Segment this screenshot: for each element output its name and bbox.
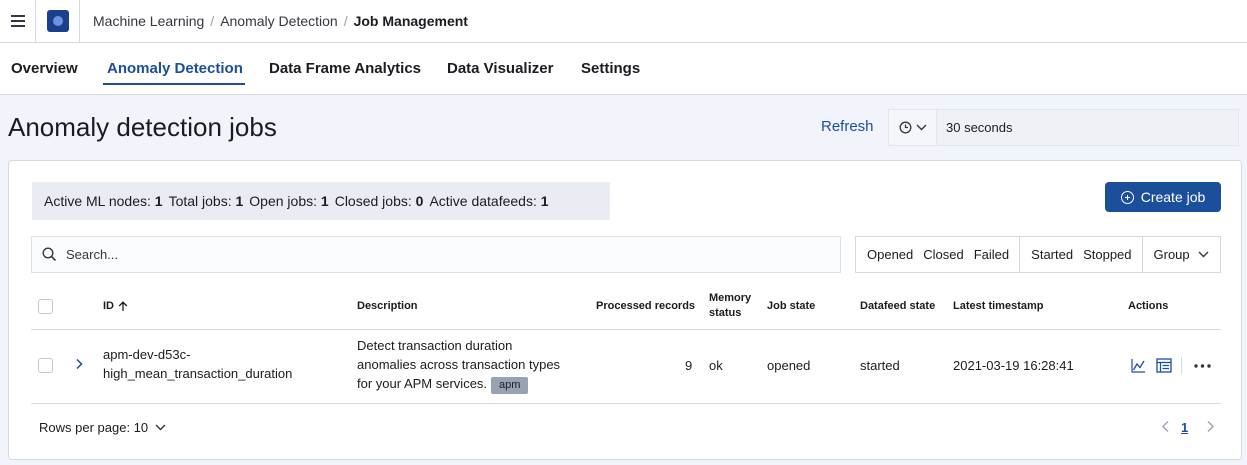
job-id-line1: apm-dev-d53c- [103,347,191,362]
stat-total-jobs: Total jobs: 1 [169,193,244,209]
create-job-label: Create job [1140,189,1206,205]
chevron-down-icon [1198,251,1209,258]
job-id-line2: high_mean_transaction_duration [103,366,293,381]
stat-label: Active ML nodes: [44,193,151,209]
tab-anomaly-detection[interactable]: Anomaly Detection [107,60,243,77]
stat-open-jobs: Open jobs: 1 [249,193,328,209]
column-header-actions: Actions [1128,300,1169,312]
job-state-cell: opened [767,358,811,373]
column-header-description[interactable]: Description [357,299,418,314]
column-header-id[interactable]: ID [103,299,128,314]
tab-settings[interactable]: Settings [581,60,640,77]
chevron-down-icon [916,124,926,131]
breadcrumb-job-management: Job Management [353,13,468,29]
active-tab-indicator [103,83,245,85]
jobs-panel: Active ML nodes: 1 Total jobs: 1 Open jo… [8,160,1242,460]
table-header-divider [31,329,1221,330]
stat-label: Total jobs: [168,193,232,209]
next-page-icon[interactable] [1206,420,1215,433]
column-header-latest-timestamp[interactable]: Latest timestamp [953,299,1043,314]
job-description-cell: Detect transaction duration anomalies ac… [357,336,560,394]
filter-closed[interactable]: Closed [918,247,968,262]
stat-value: 1 [154,193,163,209]
filter-opened[interactable]: Opened [862,247,918,262]
breadcrumb-machine-learning[interactable]: Machine Learning [93,13,204,29]
stat-value: 1 [540,193,549,209]
stat-value: 0 [415,193,424,209]
rows-per-page-selector[interactable]: Rows per page: 10 [39,420,166,435]
refresh-interval-picker: 30 seconds [888,109,1239,146]
datafeed-state-cell: started [860,358,900,373]
group-filter[interactable]: Group [1143,237,1219,272]
filter-stopped[interactable]: Stopped [1078,247,1136,262]
column-header-id-label: ID [103,300,114,312]
job-state-filters: Opened Closed Failed [856,237,1021,272]
breadcrumb-anomaly-detection[interactable]: Anomaly Detection [220,13,338,29]
search-bar [31,236,841,273]
column-header-job-state[interactable]: Job state [767,299,815,314]
stats-bar: Active ML nodes: 1 Total jobs: 1 Open jo… [32,182,610,220]
description-line2: anomalies across transaction types [357,357,561,372]
datafeed-state-filters: Started Stopped [1020,237,1143,272]
column-header-memory-status-line1: Memory [709,292,752,304]
latest-timestamp-cell: 2021-03-19 16:28:41 [953,358,1074,373]
previous-page-icon[interactable] [1161,420,1170,433]
table-row-divider [31,403,1221,404]
breadcrumb-separator: / [343,13,348,29]
tab-bar: Overview Anomaly Detection Data Frame An… [0,43,1247,95]
stat-active-ml-nodes: Active ML nodes: 1 [44,193,163,209]
column-header-memory-status-line2: status [709,307,742,319]
job-id-cell: apm-dev-d53c- high_mean_transaction_dura… [103,345,292,383]
breadcrumb: Machine Learning / Anomaly Detection / J… [93,13,468,29]
description-line3: for your APM services. [357,376,488,391]
search-input[interactable] [66,247,806,262]
stat-label: Open jobs: [249,193,318,209]
page-number-current[interactable]: 1 [1181,420,1188,435]
tab-data-frame-analytics[interactable]: Data Frame Analytics [269,60,421,77]
top-header: Machine Learning / Anomaly Detection / J… [0,0,1247,43]
column-header-memory-status[interactable]: Memory status [709,291,751,321]
filter-started[interactable]: Started [1026,247,1078,262]
refresh-interval-value: 30 seconds [946,120,1013,135]
app-logo[interactable] [36,0,80,43]
description-line1: Detect transaction duration [357,338,513,353]
description-line3-row: for your APM services. apm [357,374,560,394]
stat-closed-jobs: Closed jobs: 0 [335,193,424,209]
sort-ascending-icon [118,301,128,311]
filter-failed[interactable]: Failed [969,247,1014,262]
search-icon [42,247,57,262]
group-badge[interactable]: apm [491,377,529,394]
refresh-interval-toggle[interactable] [889,110,937,145]
stat-label: Closed jobs: [334,193,412,209]
clock-icon [899,121,911,134]
memory-status-cell: ok [709,358,723,373]
tab-overview[interactable]: Overview [11,60,78,77]
plus-circle-icon [1120,190,1134,204]
breadcrumb-separator: / [210,13,215,29]
tab-data-visualizer[interactable]: Data Visualizer [447,60,553,77]
more-actions-icon[interactable] [1194,364,1211,368]
stat-value: 1 [320,193,329,209]
logo-icon [46,10,69,32]
page-title: Anomaly detection jobs [8,112,277,142]
filter-group: Opened Closed Failed Started Stopped Gro… [855,236,1221,273]
stat-active-datafeeds: Active datafeeds: 1 [429,193,548,209]
stat-label: Active datafeeds: [429,193,537,209]
menu-icon[interactable] [0,0,36,43]
single-metric-viewer-icon[interactable] [1131,358,1146,373]
processed-records-cell: 9 [685,358,693,373]
column-header-datafeed-state[interactable]: Datafeed state [860,299,935,314]
chevron-down-icon [155,424,166,431]
rows-per-page-label: Rows per page: 10 [39,420,149,435]
column-header-processed-records[interactable]: Processed records [596,299,695,314]
anomaly-explorer-icon[interactable] [1156,358,1172,373]
refresh-button[interactable]: Refresh [821,118,874,135]
create-job-button[interactable]: Create job [1105,182,1221,212]
actions-divider [1181,357,1182,374]
row-checkbox[interactable] [38,358,53,373]
select-all-checkbox[interactable] [38,299,53,314]
stat-value: 1 [235,193,244,209]
filter-group-label: Group [1153,247,1190,262]
chevron-right-icon[interactable] [73,358,85,370]
